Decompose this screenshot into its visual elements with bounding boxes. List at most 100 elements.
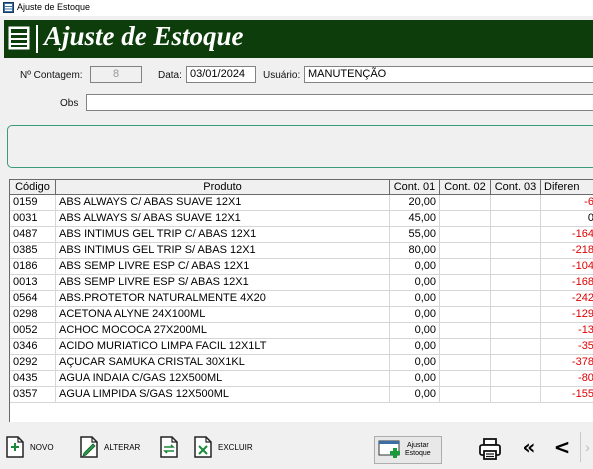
table-row[interactable]: 0052ACHOC MOCOCA 27X200ML0,00 -13,	[10, 323, 593, 339]
refresh-button[interactable]	[158, 432, 180, 462]
cell-produto[interactable]: ACETONA ALYNE 24X100ML	[56, 307, 390, 323]
table-row[interactable]: 0292AÇUCAR SAMUKA CRISTAL 30X1KL0,00 -378…	[10, 355, 593, 371]
cell-produto[interactable]: ABS INTIMUS GEL TRIP S/ ABAS 12X1	[56, 243, 390, 259]
cell-c2[interactable]	[440, 275, 491, 291]
cell-codigo[interactable]: 0298	[10, 307, 56, 323]
cell-produto[interactable]: ABS ALWAYS S/ ABAS SUAVE 12X1	[56, 211, 390, 227]
products-grid[interactable]: Código Produto Cont. 01 Cont. 02 Cont. 0…	[9, 179, 593, 422]
cell-c1[interactable]: 0,00	[390, 355, 440, 371]
cell-c2[interactable]	[440, 323, 491, 339]
cell-dif[interactable]: -35,	[541, 339, 593, 355]
table-row[interactable]: 0435AGUA INDAIA C/GAS 12X500ML0,00 -80,	[10, 371, 593, 387]
cell-dif[interactable]: -242,	[541, 291, 593, 307]
cell-c3[interactable]	[491, 323, 541, 339]
cell-c1[interactable]: 80,00	[390, 243, 440, 259]
cell-codigo[interactable]: 0435	[10, 371, 56, 387]
cell-produto[interactable]: AGUA LIMPIDA S/GAS 12X500ML	[56, 387, 390, 403]
cell-produto[interactable]: ABS.PROTETOR NATURALMENTE 4X20	[56, 291, 390, 307]
table-row[interactable]: 0487 ABS INTIMUS GEL TRIP C/ ABAS 12X1 55,…	[10, 227, 593, 243]
cell-c3[interactable]	[491, 211, 541, 227]
cell-c3[interactable]	[491, 387, 541, 403]
cell-codigo[interactable]: 0357	[10, 387, 56, 403]
cell-dif[interactable]: -378,	[541, 355, 593, 371]
cell-codigo[interactable]: 0292	[10, 355, 56, 371]
cell-codigo[interactable]: 0186	[10, 259, 56, 275]
cell-c3[interactable]	[491, 339, 541, 355]
ajustar-estoque-button[interactable]: Ajustar Estoque	[374, 436, 442, 464]
cell-c2[interactable]	[440, 227, 491, 243]
cell-c1[interactable]: 55,00	[390, 227, 440, 243]
cell-c3[interactable]	[491, 259, 541, 275]
col-header-produto[interactable]: Produto	[56, 180, 390, 195]
table-row[interactable]: 0346 ACIDO MURIATICO LIMPA FACIL 12X1LT 0,…	[10, 339, 593, 355]
cell-c1[interactable]: 0,00	[390, 291, 440, 307]
next-record-button[interactable]: ›	[580, 432, 593, 462]
col-header-diferenca[interactable]: Diferen	[541, 180, 593, 195]
cell-dif[interactable]: -6,	[541, 195, 593, 211]
col-header-cont02[interactable]: Cont. 02	[440, 180, 491, 195]
cell-c2[interactable]	[440, 387, 491, 403]
prev-record-button[interactable]: <	[550, 436, 574, 460]
cell-c3[interactable]	[491, 243, 541, 259]
cell-produto[interactable]: ABS INTIMUS GEL TRIP C/ ABAS 12X1	[56, 227, 390, 243]
table-row[interactable]: 0564 ABS.PROTETOR NATURALMENTE 4X20 0,00 -2…	[10, 291, 593, 307]
cell-c1[interactable]: 20,00	[390, 195, 440, 211]
cell-c2[interactable]	[440, 211, 491, 227]
usuario-field[interactable]: MANUTENÇÃO	[304, 66, 593, 83]
cell-produto[interactable]: ACHOC MOCOCA 27X200ML	[56, 323, 390, 339]
cell-produto[interactable]: AGUA INDAIA C/GAS 12X500ML	[56, 371, 390, 387]
cell-codigo[interactable]: 0564	[10, 291, 56, 307]
cell-c1[interactable]: 0,00	[390, 371, 440, 387]
obs-field[interactable]	[86, 94, 593, 111]
cell-dif[interactable]: -104,	[541, 259, 593, 275]
printer-icon[interactable]	[478, 437, 502, 461]
cell-c3[interactable]	[491, 371, 541, 387]
cell-c3[interactable]	[491, 355, 541, 371]
cell-c2[interactable]	[440, 339, 491, 355]
cell-c2[interactable]	[440, 371, 491, 387]
cell-c2[interactable]	[440, 243, 491, 259]
cell-codigo[interactable]: 0346	[10, 339, 56, 355]
novo-button[interactable]: NOVO	[4, 432, 54, 462]
col-header-codigo[interactable]: Código	[10, 180, 56, 195]
cell-codigo[interactable]: 0031	[10, 211, 56, 227]
cell-c3[interactable]	[491, 227, 541, 243]
table-row[interactable]: 0013 ABS SEMP LIVRE ESP S/ ABAS 12X1 0,00 -…	[10, 275, 593, 291]
cell-dif[interactable]: -129,	[541, 307, 593, 323]
cell-c2[interactable]	[440, 291, 491, 307]
cell-c1[interactable]: 0,00	[390, 339, 440, 355]
cell-produto[interactable]: AÇUCAR SAMUKA CRISTAL 30X1KL	[56, 355, 390, 371]
cell-dif[interactable]: -164,	[541, 227, 593, 243]
date-field[interactable]: 03/01/2024	[186, 66, 256, 83]
cell-codigo[interactable]: 0487	[10, 227, 56, 243]
cell-codigo[interactable]: 0013	[10, 275, 56, 291]
cell-c3[interactable]	[491, 307, 541, 323]
cell-codigo[interactable]: 0385	[10, 243, 56, 259]
cell-c2[interactable]	[440, 355, 491, 371]
cell-dif[interactable]: 0,	[541, 211, 593, 227]
cell-c3[interactable]	[491, 275, 541, 291]
table-row[interactable]: 0159ABS ALWAYS C/ ABAS SUAVE 12X120,00 -6…	[10, 195, 593, 211]
col-header-cont03[interactable]: Cont. 03	[491, 180, 541, 195]
cell-produto[interactable]: ABS SEMP LIVRE ESP S/ ABAS 12X1	[56, 275, 390, 291]
cell-c1[interactable]: 0,00	[390, 387, 440, 403]
cell-c3[interactable]	[491, 291, 541, 307]
cell-codigo[interactable]: 0052	[10, 323, 56, 339]
table-row[interactable]: 0031ABS ALWAYS S/ ABAS SUAVE 12X145,00 0,	[10, 211, 593, 227]
first-record-button[interactable]: «	[517, 436, 541, 460]
cell-produto[interactable]: ACIDO MURIATICO LIMPA FACIL 12X1LT	[56, 339, 390, 355]
cell-c2[interactable]	[440, 259, 491, 275]
cell-dif[interactable]: -168,	[541, 275, 593, 291]
cell-codigo[interactable]: 0159	[10, 195, 56, 211]
table-row[interactable]: 0385 ABS INTIMUS GEL TRIP S/ ABAS 12X1 80,…	[10, 243, 593, 259]
cell-c1[interactable]: 0,00	[390, 307, 440, 323]
cell-c1[interactable]: 45,00	[390, 211, 440, 227]
table-row[interactable]: 0298ACETONA ALYNE 24X100ML0,00 -129,	[10, 307, 593, 323]
cell-dif[interactable]: -218,	[541, 243, 593, 259]
cell-c1[interactable]: 0,00	[390, 323, 440, 339]
alterar-button[interactable]: ALTERAR	[78, 432, 140, 462]
table-row[interactable]: 0357AGUA LIMPIDA S/GAS 12X500ML0,00 -155,	[10, 387, 593, 403]
cell-c1[interactable]: 0,00	[390, 259, 440, 275]
col-header-cont01[interactable]: Cont. 01	[390, 180, 440, 195]
cell-c2[interactable]	[440, 195, 491, 211]
